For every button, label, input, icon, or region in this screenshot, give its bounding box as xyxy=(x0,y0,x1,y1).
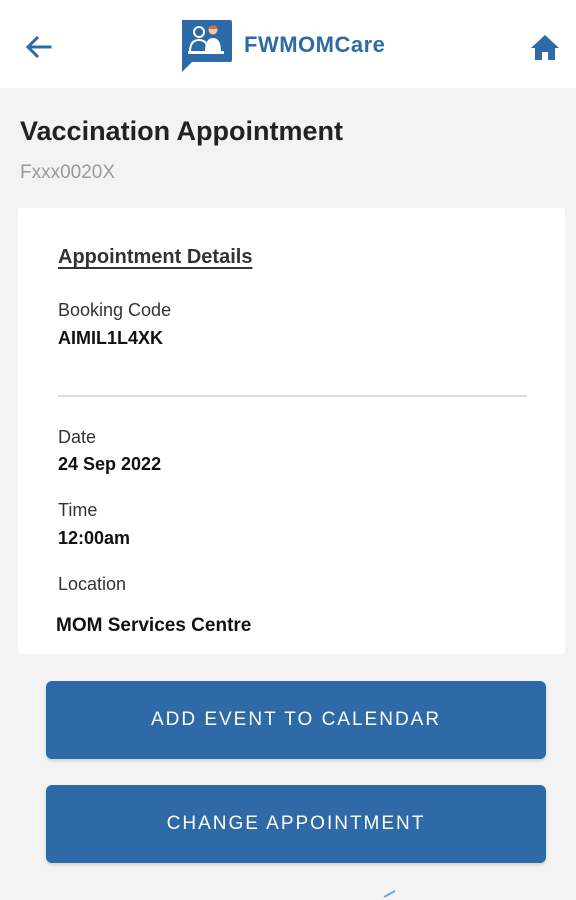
section-heading: Appointment Details xyxy=(58,246,253,268)
app-screen: FWMOMCare Vaccination Appointment Fxxx00… xyxy=(0,0,576,900)
change-appointment-button[interactable]: CHANGE APPOINTMENT xyxy=(46,785,546,863)
booking-code-label: Booking Code xyxy=(58,300,172,320)
time-value: 12:00am xyxy=(58,528,131,548)
app-name: FWMOMCare xyxy=(244,32,386,57)
worker-id: Fxxx0020X xyxy=(20,162,116,183)
scroll-indicator-icon xyxy=(383,890,396,898)
date-value: 24 Sep 2022 xyxy=(58,454,162,474)
appointment-details-card: Appointment Details Booking Code AIMIL1L… xyxy=(18,208,565,654)
date-label: Date xyxy=(58,427,97,447)
home-button[interactable] xyxy=(528,30,562,64)
add-event-to-calendar-button[interactable]: ADD EVENT TO CALENDAR xyxy=(46,681,546,759)
page-title: Vaccination Appointment xyxy=(20,116,344,146)
time-label: Time xyxy=(58,500,98,520)
fwmomcare-logo-icon xyxy=(182,20,232,72)
location-label: Location xyxy=(58,574,127,594)
location-value: MOM Services Centre xyxy=(56,615,252,636)
arrow-left-icon xyxy=(25,35,52,59)
home-icon xyxy=(531,35,559,60)
back-button[interactable] xyxy=(22,30,56,64)
booking-code-value: AIMIL1L4XK xyxy=(58,328,164,348)
top-app-bar: FWMOMCare xyxy=(0,0,576,88)
divider xyxy=(58,395,527,397)
